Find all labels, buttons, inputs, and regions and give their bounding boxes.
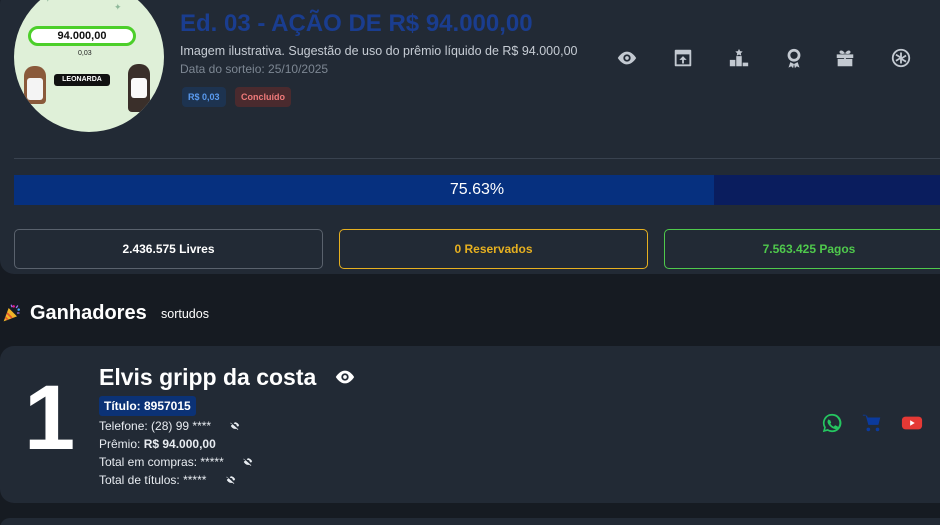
winners-title: Ganhadores xyxy=(30,302,147,324)
winner-ticket: Título: 8957015 xyxy=(99,396,196,416)
winner-card: 1 Elvis gripp da costa Título: 8957015 T… xyxy=(0,346,940,503)
whatsapp-icon[interactable] xyxy=(821,412,843,434)
progress-label: 75.63% xyxy=(449,181,505,198)
eye-off-icon[interactable] xyxy=(228,421,242,431)
free-tickets-button[interactable]: 2.436.575 Livres xyxy=(14,229,323,269)
youtube-icon[interactable] xyxy=(901,412,923,434)
total-purchases-label: Total em compras: xyxy=(99,455,198,469)
eye-off-icon[interactable] xyxy=(224,475,238,485)
status-badge: Concluído xyxy=(235,87,291,107)
winner-prize: Prêmio: R$ 94.000,00 xyxy=(99,437,216,451)
thumbnail-prize-text: 94.000,00 xyxy=(28,26,136,46)
decor-icon: ✦ xyxy=(44,0,52,5)
person-figure-left xyxy=(24,66,46,104)
paid-tickets-button[interactable]: 7.563.425 Pagos xyxy=(664,229,940,269)
winners-subtitle: sortudos xyxy=(161,307,209,321)
ranking-icon[interactable] xyxy=(725,44,753,72)
cart-icon[interactable] xyxy=(861,412,883,434)
party-popper-icon xyxy=(3,304,20,322)
view-icon[interactable] xyxy=(333,366,357,388)
divider xyxy=(14,158,940,159)
person-figure-right xyxy=(128,64,150,112)
eye-off-icon[interactable] xyxy=(241,457,255,467)
view-icon[interactable] xyxy=(613,44,641,72)
phone-label: Telefone: xyxy=(99,419,148,433)
share-icon[interactable] xyxy=(669,44,697,72)
raffle-subtitle: Imagem ilustrativa. Sugestão de uso do p… xyxy=(180,44,578,58)
winner-phone: Telefone: (28) 99 **** xyxy=(99,419,242,433)
award-icon[interactable] xyxy=(780,44,808,72)
thumbnail-logo: LEONARDA xyxy=(54,74,110,86)
phone-value: (28) 99 **** xyxy=(151,419,212,433)
winner-total-titles: Total de títulos: ***** xyxy=(99,473,238,487)
thumbnail-price-text: 0,03 xyxy=(78,50,92,57)
progress-bar: 75.63% xyxy=(14,175,940,205)
total-titles-value: ***** xyxy=(183,473,207,487)
winner-position: 1 xyxy=(24,367,76,469)
gift-icon[interactable] xyxy=(831,44,859,72)
winner-name: Elvis gripp da costa xyxy=(99,364,317,390)
raffle-title: Ed. 03 - AÇÃO DE R$ 94.000,00 xyxy=(180,10,533,37)
price-badge: R$ 0,03 xyxy=(182,87,226,107)
reserved-tickets-button[interactable]: 0 Reservados xyxy=(339,229,648,269)
prize-label: Prêmio: xyxy=(99,437,141,451)
decor-icon: ✦ xyxy=(114,2,122,12)
winner-total-purchases: Total em compras: ***** xyxy=(99,455,255,469)
total-titles-label: Total de títulos: xyxy=(99,473,180,487)
wheel-icon[interactable] xyxy=(887,44,915,72)
draw-date: Data do sorteio: 25/10/2025 xyxy=(180,62,329,76)
total-purchases-value: ***** xyxy=(200,455,224,469)
prize-value: R$ 94.000,00 xyxy=(143,437,216,451)
winner-card xyxy=(0,518,940,525)
